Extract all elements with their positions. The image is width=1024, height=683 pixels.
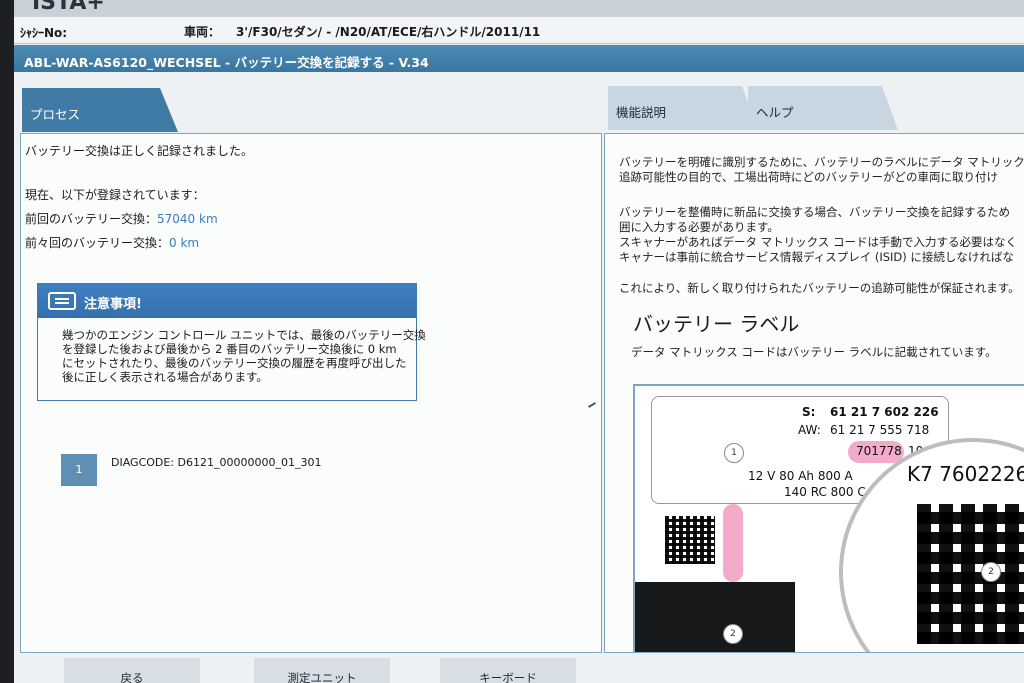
- description-line: これにより、新しく取り付けられたバッテリーの追跡可能性が保証されます。: [619, 281, 1020, 295]
- tab-help-label: ヘルプ: [756, 105, 794, 120]
- notice-header: 注意事項!: [38, 284, 416, 318]
- last-battery-change-value: 57040 km: [157, 212, 218, 226]
- description-line: スキャナーがあればデータ マトリックス コードは手動で入力する必要はなく: [619, 235, 1017, 249]
- last-battery-change-row: 前回のバッテリー交換：57040 km: [25, 210, 218, 227]
- callout-marker: 2: [981, 562, 1001, 582]
- notice-title: 注意事項!: [84, 297, 142, 312]
- zoom-text: K7 7602226: [907, 462, 1024, 486]
- vehicle-value: 3'/F30/セダン/ - /N20/AT/ECE/右ハンドル/2011/11: [236, 25, 541, 39]
- vehicle-info-bar: ｼｬｼｰNo: 車両： 3'/F30/セダン/ - /N20/AT/ECE/右ハ…: [14, 17, 1024, 44]
- battery-label-illustration: S: 61 21 7 602 226 AW: 61 21 7 555 718 7…: [633, 384, 1024, 652]
- notice-box: 注意事項! 幾つかのエンジン コントロール ユニットでは、最後のバッテリー交換 …: [37, 283, 426, 401]
- vehicle-label: 車両：: [184, 25, 221, 39]
- diag-code: DIAGCODE: D6121_00000000_01_301: [111, 456, 322, 469]
- callout-marker: 2: [723, 624, 743, 644]
- keyboard-button[interactable]: キーボード: [440, 658, 576, 683]
- label-spec-line: 12 V 80 Ah 800 A: [748, 469, 853, 483]
- label-s-value: 61 21 7 602 226: [830, 405, 939, 419]
- description-line: 追跡可能性の目的で、工場出荷時にどのバッテリーがどの車両に取り付け: [619, 170, 999, 184]
- label-aw-value: 61 21 7 555 718: [830, 423, 930, 437]
- label-highlight-value: 701778: [856, 444, 902, 458]
- battery-label-heading: バッテリー ラベル: [633, 312, 800, 336]
- label-spec-line: 140 RC 800 C: [784, 485, 866, 499]
- app-title: ISTA+: [32, 0, 105, 15]
- last-battery-change-label: 前回のバッテリー交換：: [25, 212, 158, 226]
- note-icon: [48, 292, 76, 310]
- ista-screen: ISTA+ ｼｬｼｰNo: 車両： 3'/F30/セダン/ - /N20/AT/…: [14, 0, 1024, 683]
- status-message: バッテリー交換は正しく記録されました。: [25, 144, 254, 158]
- process-panel: バッテリー交換は正しく記録されました。 現在、以下が登録されています： 前回のバ…: [20, 133, 602, 653]
- prev-battery-change-value: 0 km: [169, 236, 200, 250]
- battery-label-subtext: データ マトリックス コードはバッテリー ラベルに記載されています。: [631, 345, 997, 359]
- bottom-toolbar: 戻る 測定ユニット キーボード: [14, 654, 1024, 683]
- description-line: バッテリーを整備時に新品に交換する場合、バッテリー交換を記録するため: [619, 205, 1010, 219]
- page-title: ABL-WAR-AS6120_WECHSEL - バッテリー交換を記録する - …: [24, 55, 429, 70]
- tab-help[interactable]: ヘルプ: [748, 86, 898, 130]
- tab-process-label: プロセス: [30, 107, 81, 122]
- page-title-bar: ABL-WAR-AS6120_WECHSEL - バッテリー交換を記録する - …: [14, 45, 1024, 72]
- prev-battery-change-label: 前々回のバッテリー交換：: [25, 236, 170, 250]
- battery-body: [635, 582, 795, 652]
- tab-function-description[interactable]: 機能説明: [608, 86, 758, 130]
- notice-line: にセットされたり、最後のバッテリー交換の履歴を再度呼び出した: [62, 356, 407, 370]
- highlight-marker: [723, 504, 743, 582]
- data-matrix-code: [665, 516, 715, 564]
- label-s-key: S:: [802, 405, 816, 419]
- chassis-number-label: ｼｬｼｰNo:: [20, 26, 68, 40]
- measure-unit-button[interactable]: 測定ユニット: [254, 658, 390, 683]
- step-number-badge: 1: [61, 454, 97, 486]
- tab-function-label: 機能説明: [616, 105, 667, 120]
- tab-process[interactable]: プロセス: [22, 88, 178, 132]
- description-line: 囲に入力する必要があります。: [619, 220, 779, 234]
- notice-body: 幾つかのエンジン コントロール ユニットでは、最後のバッテリー交換 を登録した後…: [62, 328, 426, 384]
- callout-marker: 1: [724, 443, 744, 463]
- registered-heading: 現在、以下が登録されています：: [25, 188, 205, 202]
- notice-line: 後に正しく表示される場合があります。: [62, 370, 268, 384]
- function-description-panel[interactable]: バッテリーを明確に識別するために、バッテリーのラベルにデータ マトリック 追跡可…: [604, 133, 1024, 653]
- back-button[interactable]: 戻る: [64, 658, 200, 683]
- label-aw-key: AW:: [798, 423, 821, 437]
- notice-line: を登録した後および最後から 2 番目のバッテリー交換後に 0 km: [62, 342, 397, 356]
- description-line: キャナーは事前に統合サービス情報ディスプレイ (ISID) に接続しなければな: [619, 250, 1014, 264]
- description-line: バッテリーを明確に識別するために、バッテリーのラベルにデータ マトリック: [619, 155, 1024, 169]
- data-matrix-code-zoomed: [917, 504, 1024, 644]
- app-header: ISTA+: [14, 0, 1024, 17]
- prev-battery-change-row: 前々回のバッテリー交換：0 km: [25, 234, 199, 251]
- notice-line: 幾つかのエンジン コントロール ユニットでは、最後のバッテリー交換: [62, 328, 426, 342]
